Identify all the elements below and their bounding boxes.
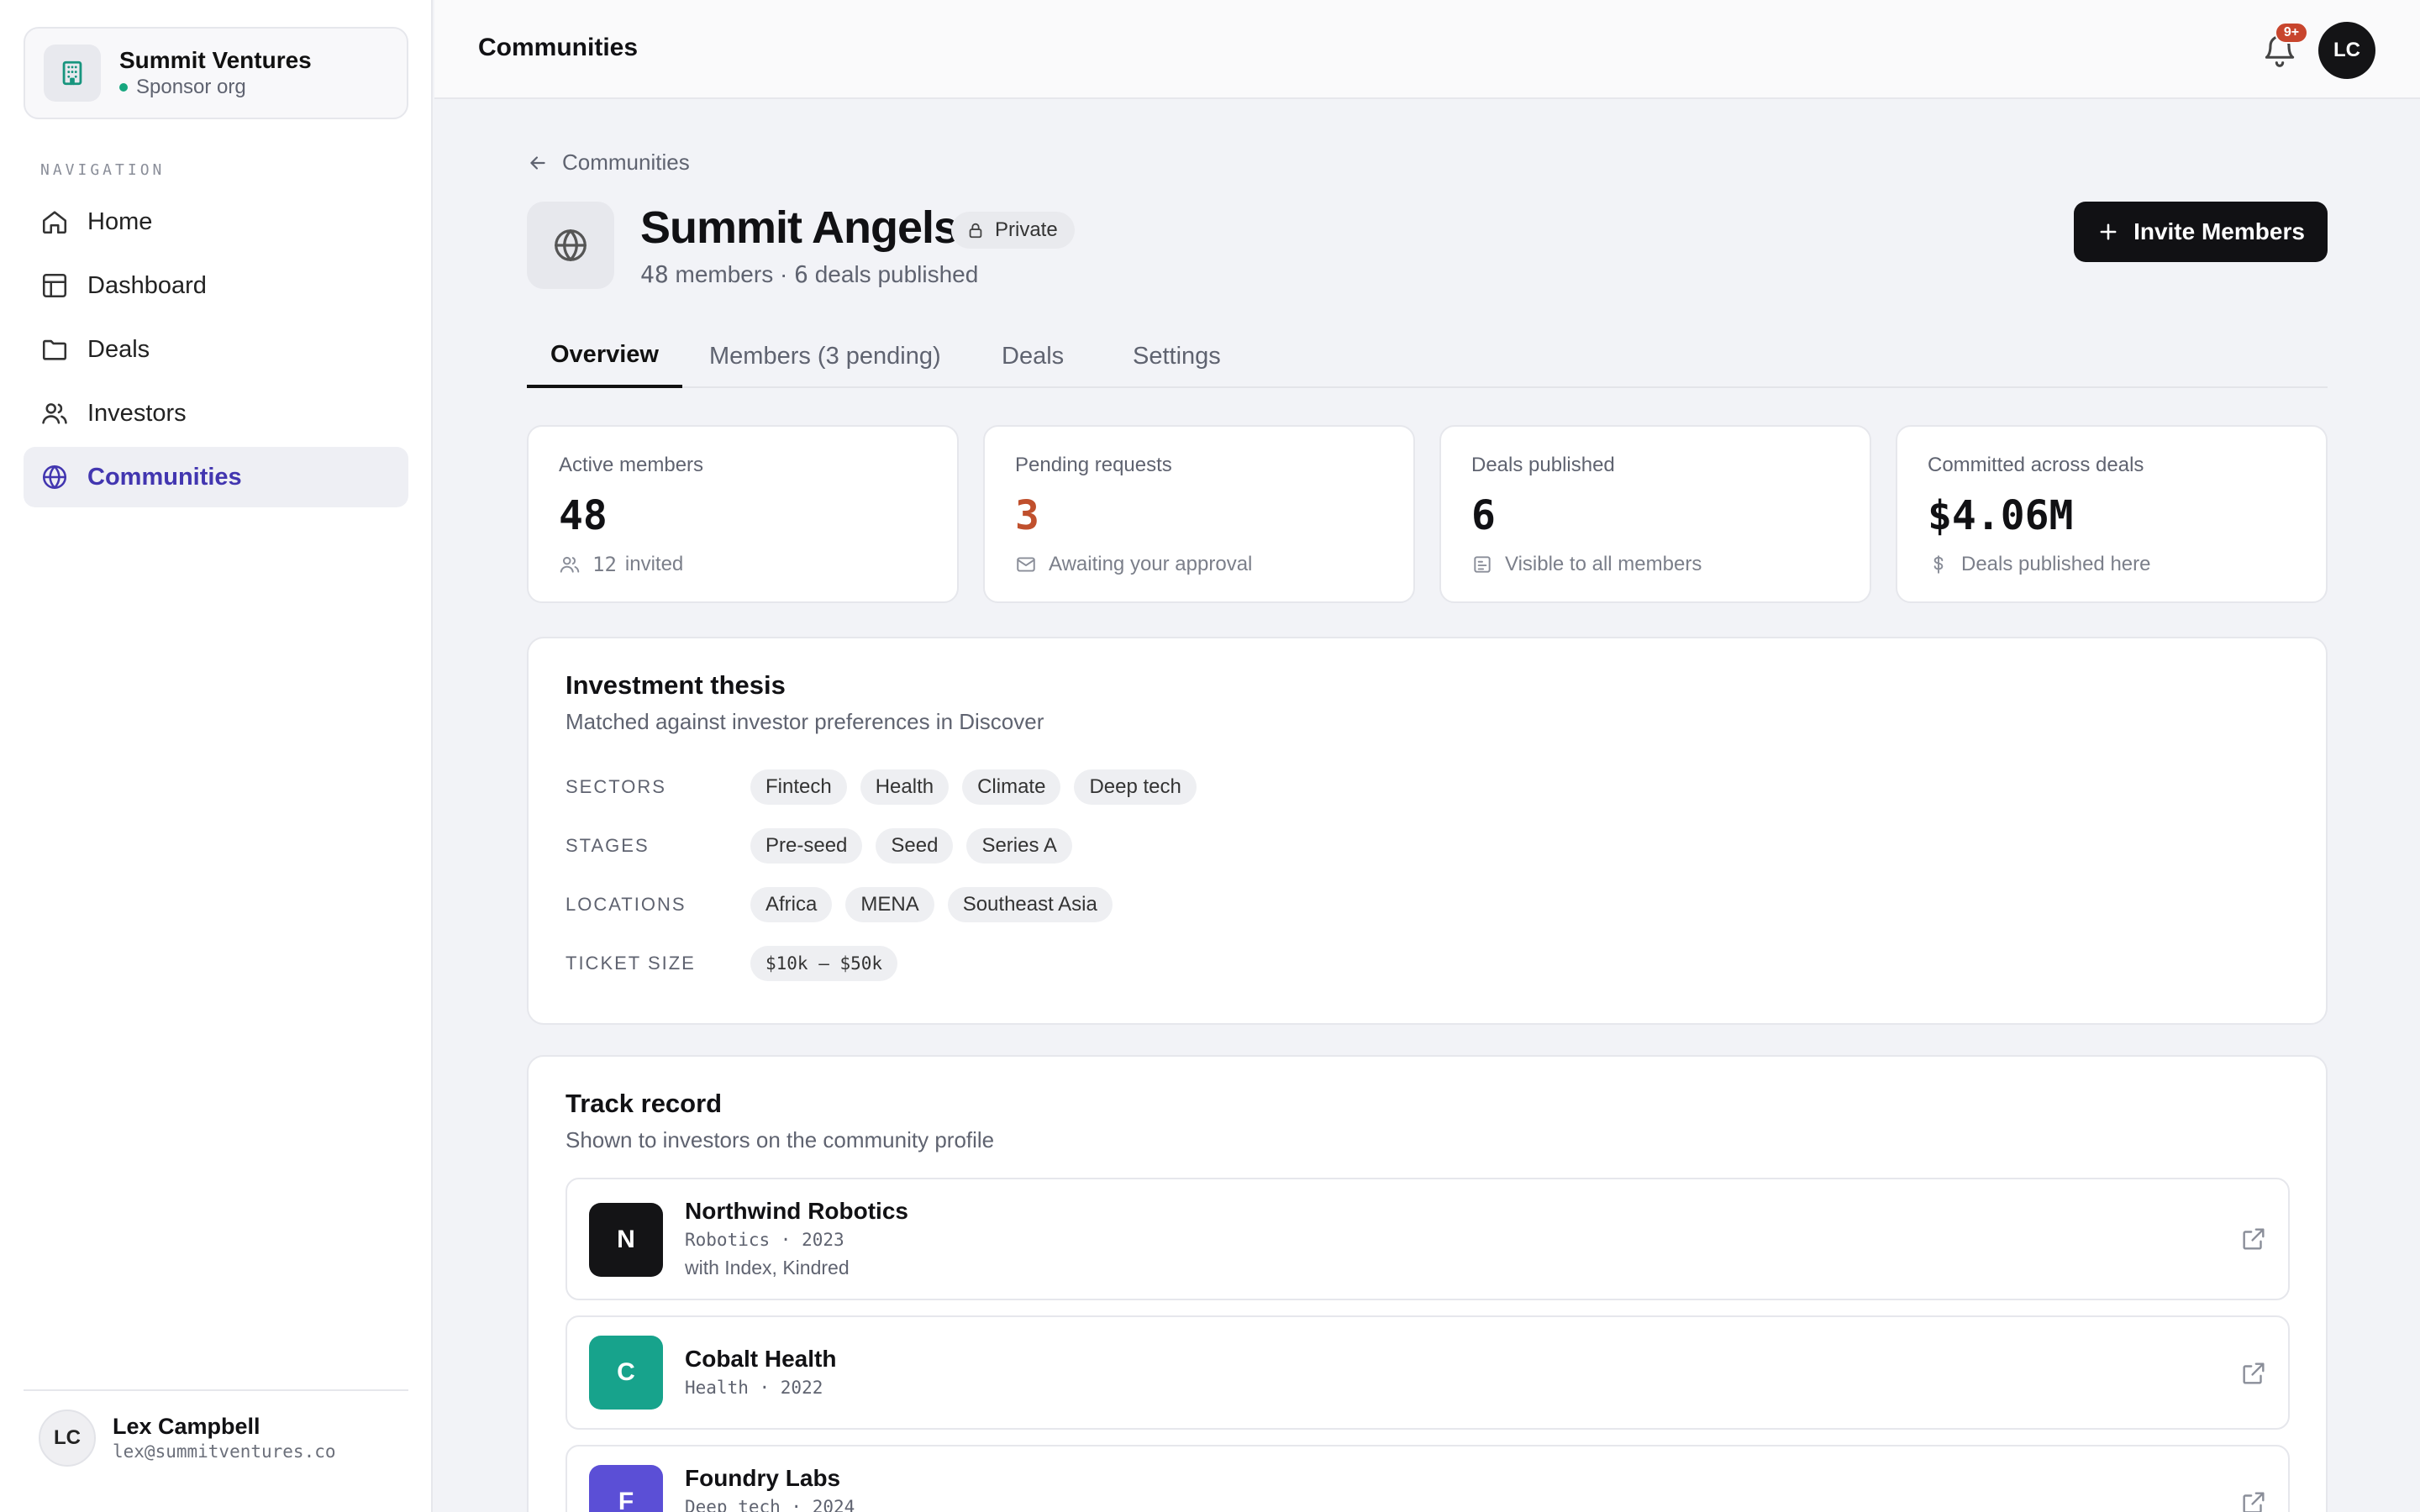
track-record-item[interactable]: C Cobalt Health Health · 2022 (566, 1315, 2290, 1430)
sidebar-item-label: Home (87, 207, 153, 235)
location-chip: MENA (845, 887, 934, 922)
sector-chip: Fintech (750, 769, 847, 805)
plus-icon (2100, 223, 2117, 240)
status-dot (119, 83, 128, 92)
stat-card-pending-requests: Pending requests 3 Awaiting your approva… (983, 425, 1415, 603)
thesis-ticket-size: TICKET SIZE $10k — $50k (566, 944, 911, 983)
user-name: Lex Campbell (113, 1414, 260, 1439)
card-subtitle: Matched against investor preferences in … (566, 709, 1044, 734)
sidebar-item-label: Dashboard (87, 271, 207, 299)
main-content: Communities Summit Angels Private 48 mem… (434, 99, 2420, 1512)
sidebar: Summit Ventures Sponsor org NAVIGATION H… (0, 0, 433, 1512)
card-title: Investment thesis (566, 670, 786, 700)
sidebar-nav: Home Dashboard Deals Investors Communiti… (24, 192, 408, 511)
company-logo: C (589, 1336, 663, 1410)
sidebar-item-label: Investors (87, 399, 187, 427)
topbar: Communities 9+ LC (434, 0, 2420, 99)
sidebar-item-investors[interactable]: Investors (24, 383, 408, 444)
company-meta: Deep tech · 2024 (685, 1497, 855, 1512)
stat-value: $4.06M (1928, 492, 2074, 539)
avatar: LC (39, 1410, 96, 1467)
nav-heading: NAVIGATION (40, 161, 166, 179)
location-chip: Southeast Asia (947, 887, 1113, 922)
ticket-chip: $10k — $50k (750, 946, 898, 981)
thesis-stages: STAGES Pre-seed Seed Series A (566, 827, 1086, 865)
company-logo: N (589, 1203, 663, 1277)
external-link-icon[interactable] (2239, 1488, 2268, 1512)
track-record-card: Track record Shown to investors on the c… (527, 1055, 2328, 1512)
stat-value: 3 (1015, 492, 1039, 539)
layout-icon (42, 273, 67, 298)
globe-icon (555, 229, 587, 261)
back-link-label: Communities (562, 150, 690, 175)
sector-chip: Climate (962, 769, 1061, 805)
co-investors: with Index, Kindred (685, 1257, 850, 1278)
community-avatar (527, 202, 614, 289)
sidebar-item-deals[interactable]: Deals (24, 319, 408, 380)
sidebar-item-dashboard[interactable]: Dashboard (24, 255, 408, 316)
org-role: Sponsor org (136, 76, 246, 98)
card-title: Track record (566, 1089, 723, 1118)
thesis-locations: LOCATIONS Africa MENA Southeast Asia (566, 885, 1126, 924)
community-summary: 48 members · 6 deals published (640, 260, 979, 288)
home-icon (42, 211, 67, 234)
arrow-left-icon (530, 155, 545, 170)
dollar-icon (1933, 555, 1944, 574)
page-title: Communities (478, 34, 639, 61)
investment-thesis-card: Investment thesis Matched against invest… (527, 637, 2328, 1025)
invite-members-button[interactable]: Invite Members (2074, 202, 2328, 262)
stats-row: Active members 48 12 invited Pending req… (527, 425, 2328, 603)
stage-chip: Series A (966, 828, 1072, 864)
tab-deals[interactable]: Deals (1002, 324, 1064, 388)
card-subtitle: Shown to investors on the community prof… (566, 1127, 995, 1152)
company-name: Foundry Labs (685, 1465, 841, 1491)
company-meta: Robotics · 2023 (685, 1230, 844, 1250)
org-name: Summit Ventures (119, 47, 312, 73)
sidebar-item-home[interactable]: Home (24, 192, 408, 252)
track-record-item[interactable]: N Northwind Robotics Robotics · 2023 wit… (566, 1178, 2290, 1300)
tab-members[interactable]: Members (3 pending) (709, 324, 941, 388)
tab-settings[interactable]: Settings (1133, 324, 1221, 388)
stat-card-deals-published: Deals published 6 Visible to all members (1439, 425, 1871, 603)
avatar[interactable]: LC (2318, 22, 2375, 79)
stat-card-committed: Committed across deals $4.06M Deals publ… (1896, 425, 2328, 603)
company-meta: Health · 2022 (685, 1378, 823, 1398)
building-icon (44, 45, 101, 102)
visibility-badge: Private (951, 212, 1075, 249)
company-name: Northwind Robotics (685, 1198, 908, 1224)
user-email: lex@summitventures.co (113, 1441, 336, 1462)
stat-card-active-members: Active members 48 12 invited (527, 425, 959, 603)
lock-icon (969, 223, 982, 239)
community-name: Summit Angels (640, 202, 959, 253)
users-icon (560, 556, 580, 573)
back-link[interactable]: Communities (527, 150, 690, 176)
folder-icon (42, 339, 67, 360)
sidebar-item-label: Communities (87, 463, 242, 491)
sidebar-item-label: Deals (87, 335, 150, 363)
stat-value: 6 (1471, 492, 1496, 539)
mail-icon (1017, 557, 1035, 572)
tab-overview[interactable]: Overview (527, 324, 682, 388)
tab-bar: Overview Members (3 pending) Deals Setti… (527, 324, 2328, 388)
user-profile[interactable]: LC Lex Campbell lex@summitventures.co (24, 1389, 408, 1467)
stage-chip: Seed (876, 828, 954, 864)
stat-value: 48 (559, 492, 608, 539)
sector-chip: Health (860, 769, 950, 805)
sector-chip: Deep tech (1074, 769, 1197, 805)
company-name: Cobalt Health (685, 1346, 837, 1372)
external-link-icon[interactable] (2239, 1359, 2268, 1388)
notification-badge: 9+ (2275, 22, 2308, 44)
sidebar-item-communities[interactable]: Communities (24, 447, 408, 507)
thesis-sectors: SECTORS Fintech Health Climate Deep tech (566, 768, 1210, 806)
company-logo: F (589, 1465, 663, 1512)
document-icon (1474, 556, 1491, 573)
users-icon (42, 403, 67, 424)
globe-icon (42, 465, 67, 490)
stage-chip: Pre-seed (750, 828, 863, 864)
org-switcher[interactable]: Summit Ventures Sponsor org (24, 27, 408, 119)
track-record-item[interactable]: F Foundry Labs Deep tech · 2024 (566, 1445, 2290, 1512)
external-link-icon[interactable] (2239, 1225, 2268, 1253)
location-chip: Africa (750, 887, 833, 922)
